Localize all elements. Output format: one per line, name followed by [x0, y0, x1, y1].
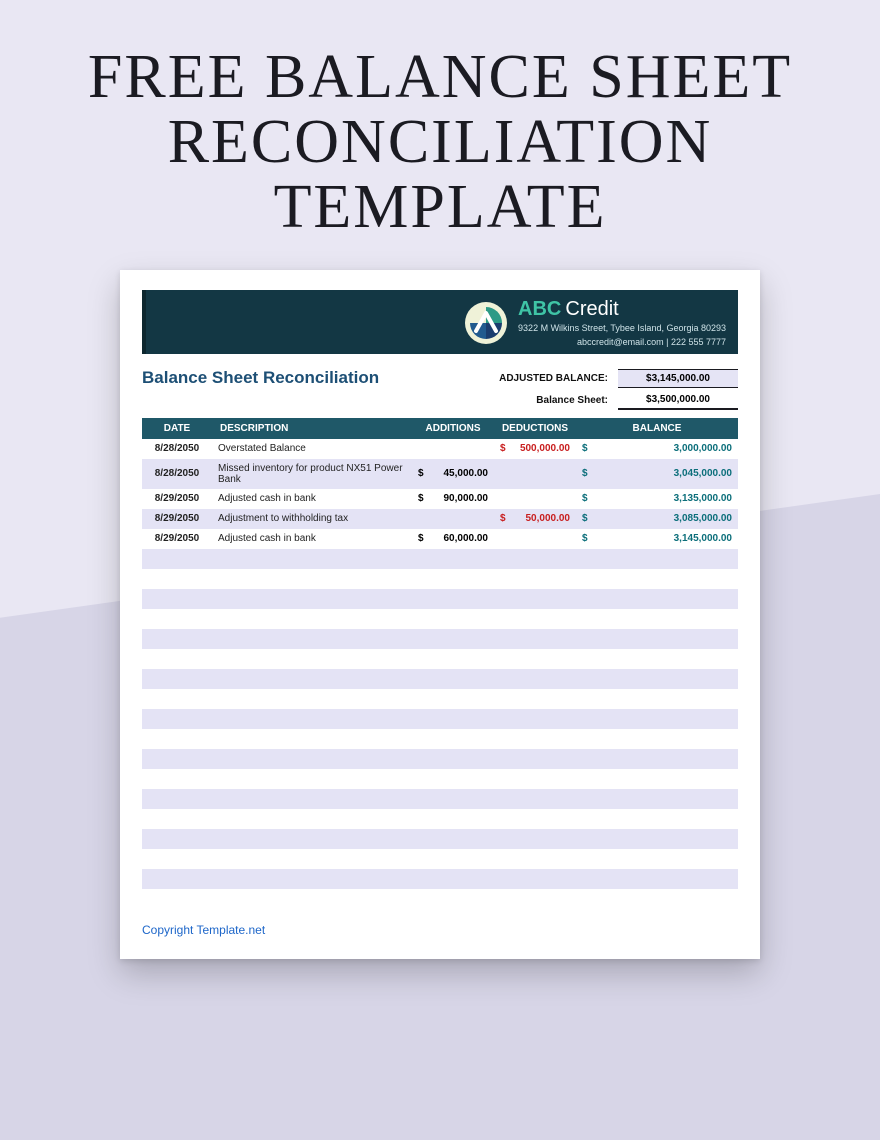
brand-rest: Credit: [565, 298, 618, 320]
cell-deductions: [494, 529, 576, 549]
adjusted-balance-label: ADJUSTED BALANCE:: [499, 373, 608, 384]
balance-sheet-value: $3,500,000.00: [618, 391, 738, 410]
section-title: Balance Sheet Reconciliation: [142, 368, 379, 388]
table-row-empty: [142, 749, 738, 769]
company-banner: ABCCredit 9322 M Wilkins Street, Tybee I…: [142, 290, 738, 354]
cell-date: 8/29/2050: [142, 529, 212, 549]
table-row-empty: [142, 729, 738, 749]
company-address: 9322 M Wilkins Street, Tybee Island, Geo…: [518, 323, 726, 334]
subheader: Balance Sheet Reconciliation ADJUSTED BA…: [142, 368, 738, 412]
worksheet: ABCCredit 9322 M Wilkins Street, Tybee I…: [120, 270, 760, 959]
cell-deductions: $500,000.00: [494, 439, 576, 459]
table-row: 8/28/2050Missed inventory for product NX…: [142, 459, 738, 489]
brand-accent: ABC: [518, 298, 561, 320]
cell-description: Adjusted cash in bank: [212, 529, 412, 549]
company-logo-icon: [464, 301, 508, 345]
table-row-empty: [142, 789, 738, 809]
table-row: 8/29/2050Adjustment to withholding tax $5…: [142, 509, 738, 529]
adjusted-balance-value: $3,145,000.00: [618, 369, 738, 388]
cell-date: 8/29/2050: [142, 489, 212, 509]
table-row-empty: [142, 549, 738, 569]
cell-additions: [412, 439, 494, 459]
col-description: DESCRIPTION: [212, 418, 412, 439]
cell-balance: $3,045,000.00: [576, 459, 738, 489]
col-balance: BALANCE: [576, 418, 738, 439]
cell-date: 8/29/2050: [142, 509, 212, 529]
cell-additions: $45,000.00: [412, 459, 494, 489]
col-date: DATE: [142, 418, 212, 439]
table-row-empty: [142, 829, 738, 849]
cell-additions: [412, 509, 494, 529]
col-deductions: DEDUCTIONS: [494, 418, 576, 439]
cell-balance: $3,085,000.00: [576, 509, 738, 529]
cell-description: Adjustment to withholding tax: [212, 509, 412, 529]
table-row-empty: [142, 569, 738, 589]
cell-additions: $90,000.00: [412, 489, 494, 509]
cell-deductions: [494, 459, 576, 489]
company-text: ABCCredit 9322 M Wilkins Street, Tybee I…: [518, 298, 726, 348]
table-row: 8/28/2050Overstated Balance $500,000.00$3…: [142, 439, 738, 459]
table-row-empty: [142, 629, 738, 649]
cell-date: 8/28/2050: [142, 439, 212, 459]
copyright-text: Copyright Template.net: [142, 923, 738, 937]
cell-description: Overstated Balance: [212, 439, 412, 459]
cell-deductions: [494, 489, 576, 509]
headline-line-2: RECONCILIATION TEMPLATE: [30, 110, 850, 240]
summary-block: ADJUSTED BALANCE: $3,145,000.00 Balance …: [499, 368, 738, 412]
cell-balance: $3,145,000.00: [576, 529, 738, 549]
table-row-empty: [142, 709, 738, 729]
company-contact: abccredit@email.com | 222 555 7777: [518, 337, 726, 348]
table-row-empty: [142, 849, 738, 869]
table-row-empty: [142, 869, 738, 889]
table-row-empty: [142, 689, 738, 709]
reconciliation-table: DATE DESCRIPTION ADDITIONS DEDUCTIONS BA…: [142, 418, 738, 909]
table-row: 8/29/2050Adjusted cash in bank$90,000.00…: [142, 489, 738, 509]
cell-deductions: $50,000.00: [494, 509, 576, 529]
col-additions: ADDITIONS: [412, 418, 494, 439]
company-name: ABCCredit: [518, 298, 726, 321]
balance-sheet-label: Balance Sheet:: [536, 395, 608, 406]
cell-description: Missed inventory for product NX51 Power …: [212, 459, 412, 489]
table-row-empty: [142, 769, 738, 789]
table-header-row: DATE DESCRIPTION ADDITIONS DEDUCTIONS BA…: [142, 418, 738, 439]
cell-additions: $60,000.00: [412, 529, 494, 549]
page-stage: FREE BALANCE SHEET RECONCILIATION TEMPLA…: [0, 0, 880, 1140]
cell-date: 8/28/2050: [142, 459, 212, 489]
table-row: 8/29/2050Adjusted cash in bank$60,000.00…: [142, 529, 738, 549]
table-row-empty: [142, 669, 738, 689]
page-headline: FREE BALANCE SHEET RECONCILIATION TEMPLA…: [0, 0, 880, 270]
cell-balance: $3,135,000.00: [576, 489, 738, 509]
cell-description: Adjusted cash in bank: [212, 489, 412, 509]
table-row-empty: [142, 589, 738, 609]
table-row-empty: [142, 649, 738, 669]
table-row-empty: [142, 809, 738, 829]
table-row-empty: [142, 609, 738, 629]
headline-line-1: FREE BALANCE SHEET: [30, 45, 850, 110]
cell-balance: $3,000,000.00: [576, 439, 738, 459]
table-row-empty: [142, 889, 738, 909]
